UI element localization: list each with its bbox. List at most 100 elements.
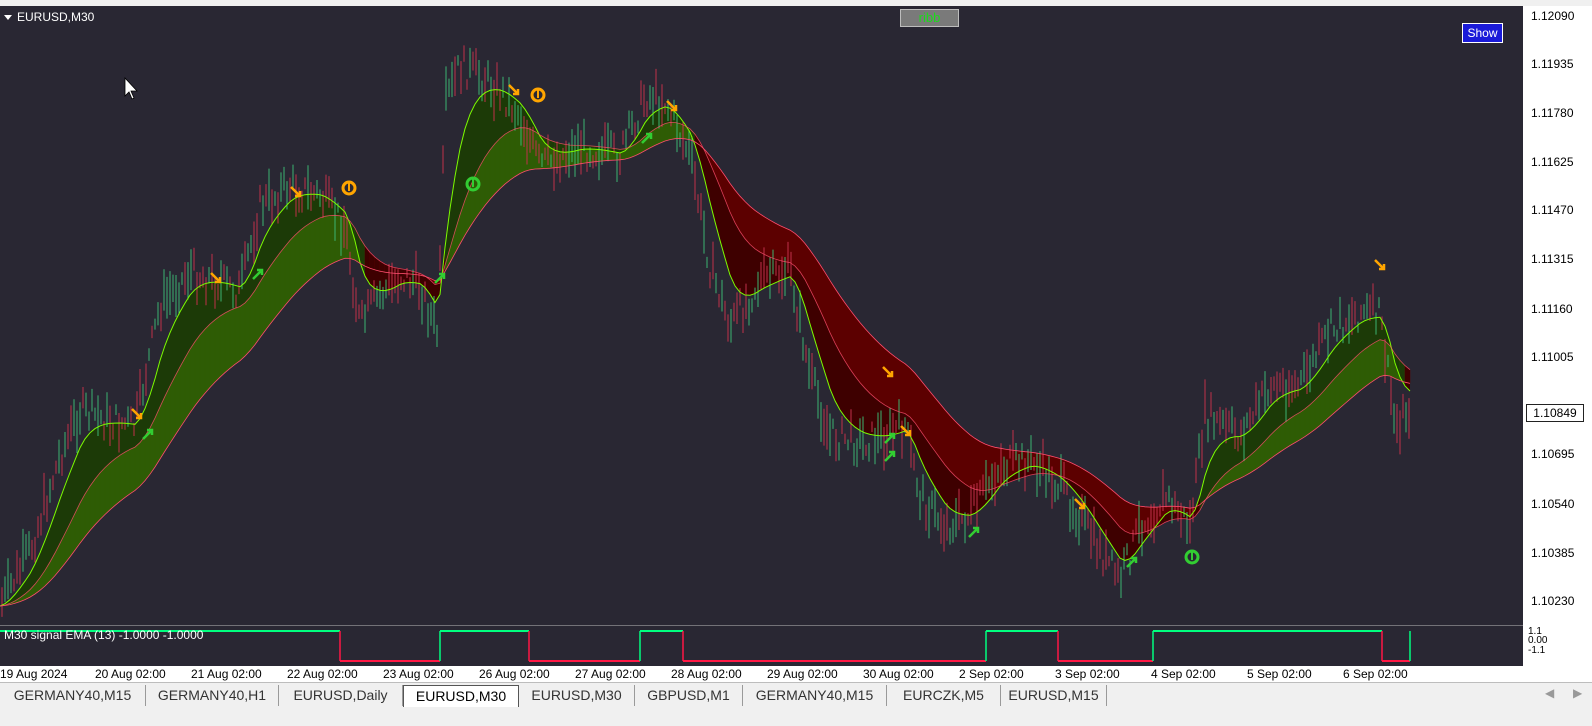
ribbon-segment [764,216,771,258]
ribbon-inner-segment [480,92,485,166]
time-label: 4 Sep 02:00 [1151,667,1216,681]
ribbon-segment [174,366,181,437]
ribbon-inner-segment [85,432,90,495]
ribbon-inner-segment [1220,440,1225,480]
ribbon-segment [749,205,756,250]
ribbon-segment [854,315,861,384]
ribbon-segment [1129,502,1136,535]
chart-tab-bar: GERMANY40,M15 GERMANY40,H1 EURUSD,Daily … [0,682,1592,726]
time-label: 28 Aug 02:00 [671,667,742,681]
ribbon-segment [304,222,311,285]
ribbon-segment [1369,341,1376,384]
ribbon-segment [1274,425,1281,456]
show-button[interactable]: Show [1462,23,1503,43]
price-chart[interactable] [0,6,1523,619]
ribbon-segment [514,127,521,178]
time-label: 6 Sep 02:00 [1343,667,1408,681]
ribbon-segment [929,390,936,453]
ribbon-segment [139,435,146,487]
chart-plot-area[interactable]: EURUSD,M30 ribb Show M30 signal EMA (13)… [0,6,1523,682]
time-label: 30 Aug 02:00 [863,667,934,681]
ribbon-segment [164,385,171,452]
tab-germany40-m15-2[interactable]: GERMANY40,M15 [743,685,887,706]
ribbon-segment [224,310,231,374]
ribbon-segment [294,230,301,295]
chart-window[interactable]: EURUSD,M30 ribb Show M30 signal EMA (13)… [0,6,1592,682]
ribbon-segment [484,149,491,207]
time-label: 23 Aug 02:00 [383,667,454,681]
ribbon-segment [134,441,141,491]
ribbon-segment [1379,339,1386,377]
ribbon-segment [1334,372,1341,413]
ribbon-segment [884,348,891,409]
tab-eurusd-m30-active[interactable]: EURUSD,M30 [403,685,519,707]
tab-scroll-left-icon[interactable]: ◀ [1545,686,1554,700]
ribbon-segment [254,281,261,346]
ribbon-segment [879,343,886,406]
ribbon-segment [214,315,221,383]
ribbon-segment [744,200,751,246]
ribbon-inner-segment [90,428,95,487]
time-label: 22 Aug 02:00 [287,667,358,681]
ribbon-inner-segment [735,222,740,293]
ribbon-inner-segment [840,352,845,418]
ribbon-segment [834,287,841,353]
tab-gbpusd-m1[interactable]: GBPUSD,M1 [635,685,743,706]
price-label: 1.11625 [1531,155,1574,169]
ribbon-segment [1054,456,1061,477]
ribbon-segment [959,425,966,485]
ribbon-segment [974,437,981,491]
ribbon-segment [94,472,101,526]
tab-germany40-m15[interactable]: GERMANY40,M15 [0,685,146,706]
ribbon-segment [1354,352,1361,396]
arrow-down-icon [1374,259,1386,271]
ribbon-inner-segment [835,343,840,411]
ribbon-segment [334,215,341,263]
ribbon-segment [939,403,946,466]
time-label: 2 Sep 02:00 [959,667,1024,681]
ribbon-segment [1299,408,1306,441]
ribbon-segment [774,222,781,261]
ribb-button[interactable]: ribb [900,9,959,27]
ribbon-segment [219,312,226,378]
tab-germany40-h1[interactable]: GERMANY40,H1 [146,685,279,706]
ribbon-segment [1289,414,1296,446]
ribbon-segment [904,363,911,418]
ribbon-segment [1324,382,1331,422]
ribbon-segment [1309,399,1316,434]
ribbon-segment [204,323,211,394]
ribbon-segment [324,215,331,269]
signal-indicator-chart[interactable] [0,625,1523,666]
ribbon-segment [284,239,291,307]
ribbon-inner-segment [80,438,85,504]
ribbon-segment [329,215,336,266]
ribbon-segment [779,225,786,263]
ribbon-inner-segment [175,311,180,377]
tab-eurusd-m15[interactable]: EURUSD,M15 [1001,685,1107,706]
ribbon-segment [259,273,266,339]
ribbon-inner-segment [750,244,755,296]
ribbon-segment [1284,418,1291,450]
time-label: 29 Aug 02:00 [767,667,838,681]
ribbon-segment [274,252,281,319]
ribbon-inner-segment [845,361,850,423]
ribbon-segment [114,454,121,506]
ribbon-inner-segment [290,198,295,241]
price-label: 1.10540 [1531,497,1575,511]
ribbon-inner-segment [280,206,285,253]
ribbon-segment [244,296,251,357]
ribbon-inner-segment [1280,394,1285,427]
price-label: 1.11160 [1531,302,1573,316]
ribbon-segment [794,232,801,273]
tab-eurczk-m5[interactable]: EURCZK,M5 [887,685,1001,706]
ribbon-inner-segment [1230,436,1235,470]
tab-eurusd-daily[interactable]: EURUSD,Daily [279,685,403,706]
ribbon-inner-segment [965,484,970,516]
time-label: 5 Sep 02:00 [1247,667,1312,681]
symbol-title[interactable]: EURUSD,M30 [4,10,94,24]
tab-eurusd-m30[interactable]: EURUSD,M30 [519,685,635,706]
ribbon-inner-segment [125,423,130,453]
ribbon-segment [189,340,196,414]
tab-scroll-right-icon[interactable]: ▶ [1573,686,1582,700]
dropdown-triangle-icon[interactable] [4,15,12,21]
